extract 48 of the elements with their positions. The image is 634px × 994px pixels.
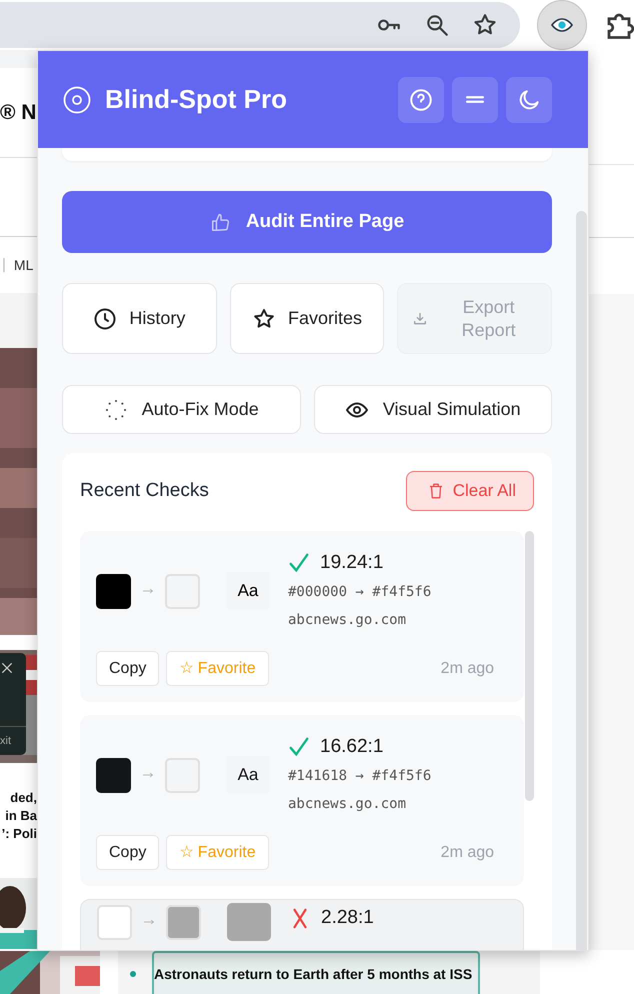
logo-text: ® N — [0, 100, 36, 126]
color-codes: #000000 → #f4f5f6 — [288, 583, 432, 602]
headline-text[interactable]: ded, — [10, 789, 37, 807]
target-icon — [62, 84, 92, 114]
bullet-icon — [130, 971, 136, 977]
app-title: Blind-Spot Pro — [105, 83, 287, 116]
check-card[interactable]: Aa 16.62:1 #141618 → #f4f5f6 abcnews.go.com Copy ☆ Favorite 2m ago — [80, 715, 524, 886]
contrast-ratio: 2.28:1 — [321, 906, 374, 930]
nav-divider: | — [2, 254, 6, 275]
headline-link[interactable]: Astronauts return to Earth after 5 months at ISS — [152, 951, 480, 994]
menu-button[interactable] — [452, 76, 498, 122]
help-icon — [408, 86, 434, 112]
headline-text[interactable]: in Ba — [5, 807, 37, 825]
check-card[interactable]: Aa 19.24:1 #000000 → #f4f5f6 abcnews.go.com Copy ☆ Favorite 2m ago — [80, 531, 524, 702]
hand-icon — [210, 211, 232, 233]
menu-icon — [466, 95, 484, 104]
theme-button[interactable] — [506, 76, 552, 122]
text-preview — [227, 903, 271, 941]
section-title: Recent Checks — [80, 478, 209, 503]
check-card[interactable]: 2.28:1 — [80, 899, 524, 950]
text-preview: Aa — [226, 756, 270, 794]
site-name: abcnews.go.com — [288, 795, 408, 814]
star-icon — [252, 306, 276, 330]
text-preview: Aa — [226, 572, 270, 610]
nav-link[interactable]: ML — [14, 254, 34, 276]
mode-button[interactable]: Visual Simulation — [314, 385, 552, 434]
contrast-ratio: 16.62:1 — [320, 734, 384, 759]
timestamp: 2m ago — [440, 842, 494, 862]
contrast-ratio: 19.24:1 — [320, 550, 384, 575]
copy-button[interactable]: Copy — [96, 651, 160, 686]
close-icon[interactable] — [0, 661, 14, 675]
site-name: abcnews.go.com — [288, 611, 408, 630]
extension-button[interactable] — [537, 0, 587, 50]
color-codes: #141618 → #f4f5f6 — [288, 767, 432, 786]
mode-button[interactable]: Auto-Fix Mode — [62, 385, 300, 434]
action-button[interactable]: Favorites — [230, 283, 384, 354]
overlay-label[interactable]: xit — [0, 726, 26, 749]
copy-button[interactable]: Copy — [96, 835, 160, 870]
help-button[interactable] — [398, 76, 444, 122]
audit-button[interactable]: Audit Entire Page — [62, 191, 552, 253]
timestamp: 2m ago — [440, 658, 494, 678]
download-icon — [412, 310, 428, 326]
clock-icon — [93, 306, 118, 330]
action-button[interactable]: History — [62, 283, 217, 354]
loader-icon — [104, 398, 128, 422]
headline-text[interactable]: ’: Poli — [2, 825, 37, 843]
scrollbar[interactable] — [576, 211, 587, 950]
scrollbar[interactable] — [525, 531, 534, 801]
